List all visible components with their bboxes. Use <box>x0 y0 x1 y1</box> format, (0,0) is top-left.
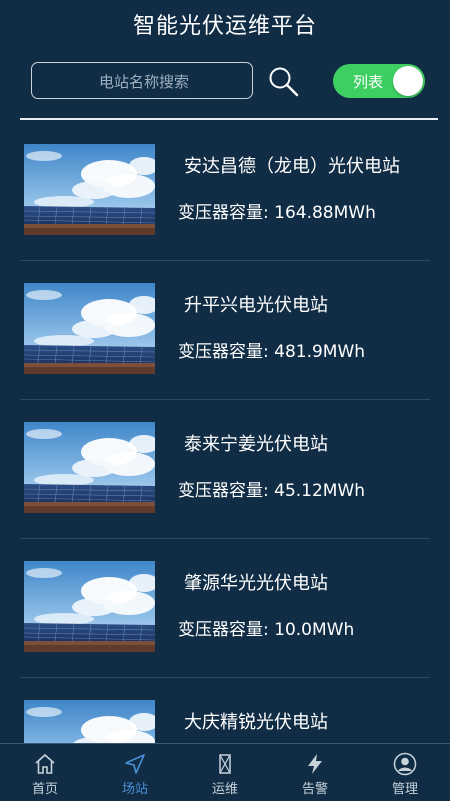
station-item[interactable]: 安达昌德（龙电）光伏电站 变压器容量: 164.88MWh <box>20 122 430 261</box>
station-name: 大庆精锐光伏电站 <box>184 712 328 733</box>
user-icon <box>393 752 417 776</box>
station-item[interactable]: 大庆精锐光伏电站 <box>20 678 430 743</box>
station-thumbnail <box>24 144 155 235</box>
station-capacity: 变压器容量: 45.12MWh <box>178 481 366 501</box>
bottom-tab-bar: 首页 场站 运维 告警 管理 <box>0 743 450 801</box>
search-row: 列表 <box>0 60 450 104</box>
station-capacity: 变压器容量: 164.88MWh <box>178 203 376 223</box>
search-icon[interactable] <box>266 64 300 98</box>
tab-label: 运维 <box>211 782 238 797</box>
tab-label: 场站 <box>121 782 148 797</box>
station-list[interactable]: 安达昌德（龙电）光伏电站 变压器容量: 164.88MWh 升平兴电光伏电站 变… <box>0 122 450 743</box>
station-thumbnail <box>24 422 155 513</box>
maintenance-icon <box>219 754 231 774</box>
page-title: 智能光伏运维平台 <box>132 14 317 39</box>
toggle-knob <box>393 66 423 96</box>
divider <box>20 118 438 120</box>
tab-management[interactable]: 管理 <box>360 744 450 801</box>
station-thumbnail <box>24 283 155 374</box>
toggle-label: 列表 <box>353 73 384 91</box>
station-capacity: 变压器容量: 481.9MWh <box>178 342 366 362</box>
station-item[interactable]: 升平兴电光伏电站 变压器容量: 481.9MWh <box>20 261 430 400</box>
tab-alarms[interactable]: 告警 <box>270 744 360 801</box>
list-toggle[interactable]: 列表 <box>333 64 425 98</box>
tab-label: 首页 <box>31 782 58 797</box>
station-item[interactable]: 泰来宁姜光伏电站 变压器容量: 45.12MWh <box>20 400 430 539</box>
tab-maintenance[interactable]: 运维 <box>180 744 270 801</box>
tab-home[interactable]: 首页 <box>0 744 90 801</box>
app-header: 智能光伏运维平台 <box>0 0 450 48</box>
tab-label: 告警 <box>301 782 328 797</box>
home-icon <box>35 753 55 774</box>
station-item[interactable]: 肇源华光光伏电站 变压器容量: 10.0MWh <box>20 539 430 678</box>
lightning-icon <box>308 754 322 774</box>
station-name: 升平兴电光伏电站 <box>184 295 328 316</box>
search-box[interactable] <box>31 62 256 100</box>
station-capacity: 变压器容量: 10.0MWh <box>178 620 355 640</box>
station-thumbnail <box>24 561 155 652</box>
tab-label: 管理 <box>391 782 418 797</box>
station-name: 安达昌德（龙电）光伏电站 <box>184 156 400 177</box>
station-name: 泰来宁姜光伏电站 <box>184 434 328 455</box>
station-name: 肇源华光光伏电站 <box>184 573 328 594</box>
station-thumbnail <box>24 700 155 743</box>
tab-stations[interactable]: 场站 <box>90 744 180 801</box>
search-input[interactable] <box>32 63 256 100</box>
navigation-arrow-icon <box>125 754 145 774</box>
